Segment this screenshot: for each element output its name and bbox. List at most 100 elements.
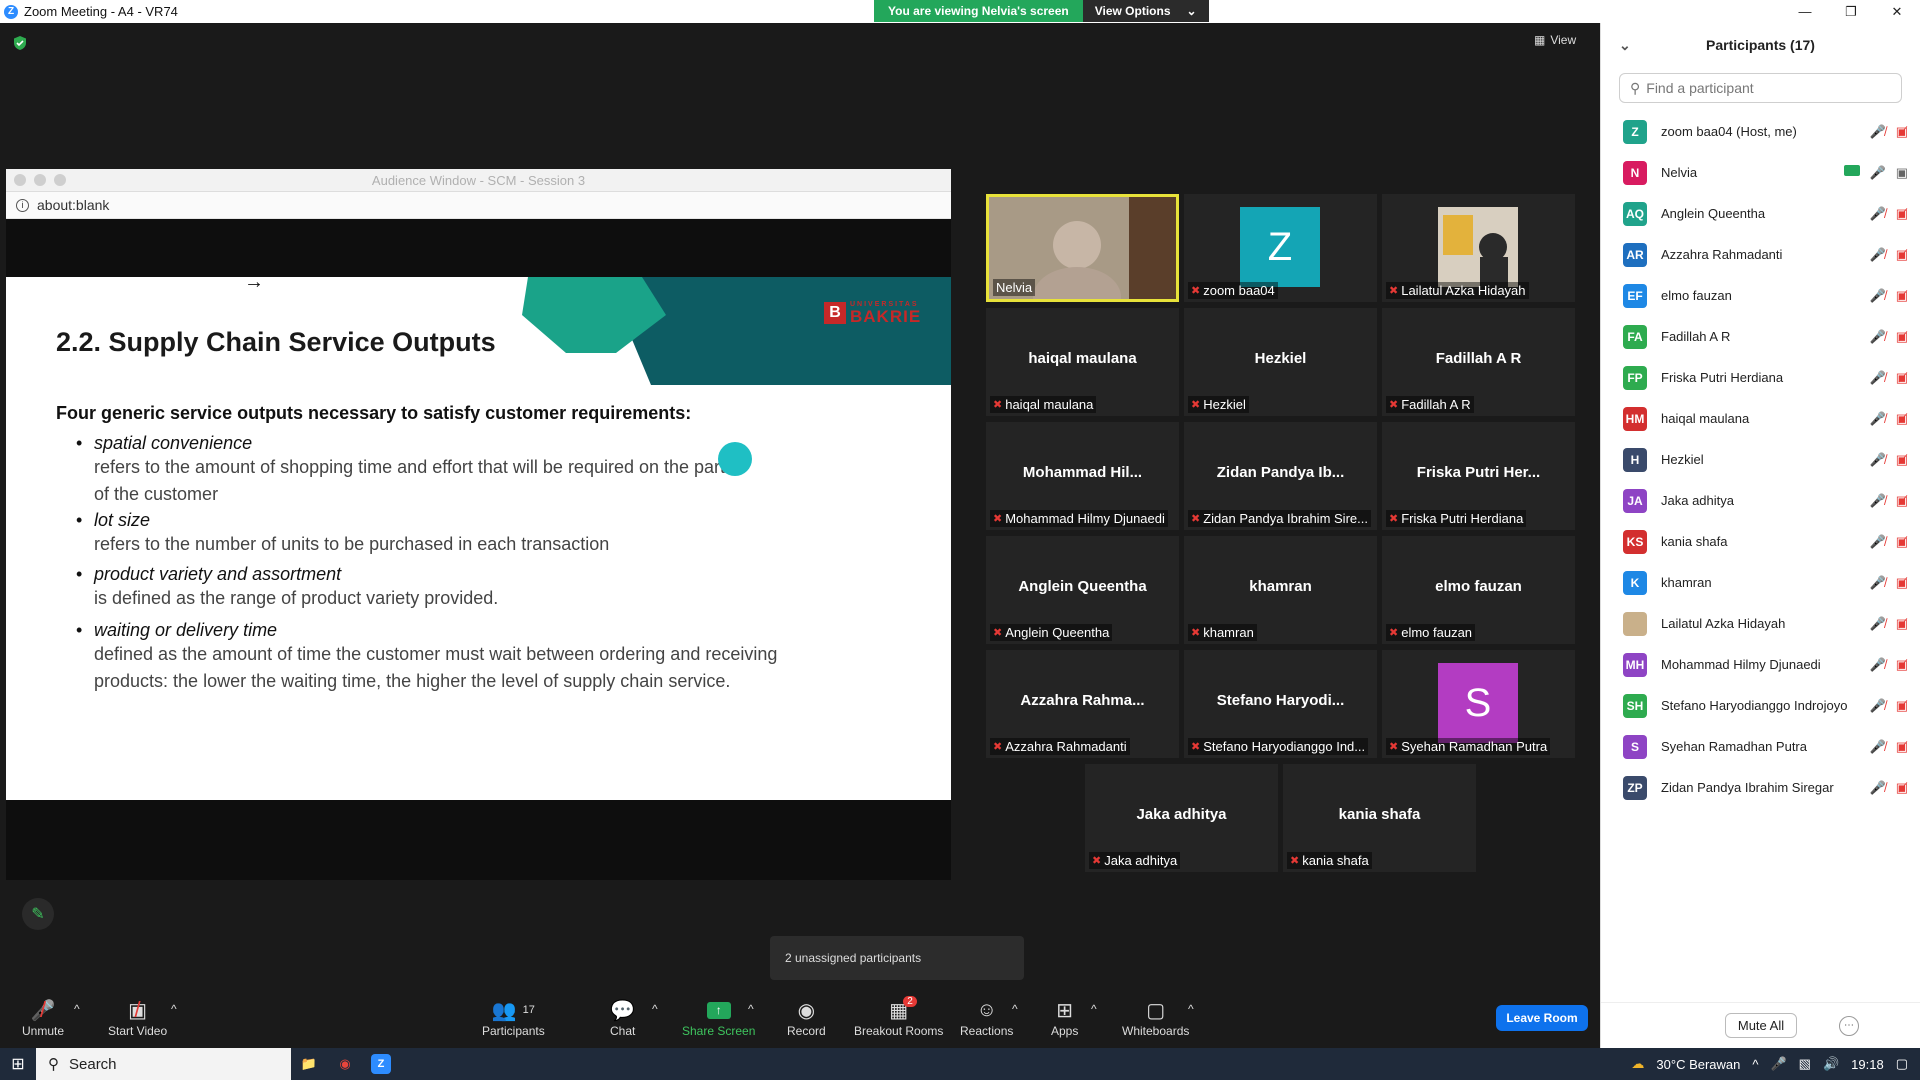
viewing-banner: You are viewing Nelvia's screen View Opt… (874, 0, 1209, 22)
mic-muted-icon: ✖ (1191, 285, 1201, 297)
participant-row[interactable]: Lailatul Azka Hidayah 🎤̸ ▣̸ (1601, 603, 1920, 644)
weather-icon: ☁ (1631, 1056, 1645, 1071)
video-tile[interactable]: Azzahra Rahma... ✖ Azzahra Rahmadanti (986, 650, 1179, 758)
more-options-icon[interactable]: ⋯ (1839, 1015, 1859, 1036)
video-tile[interactable]: kania shafa ✖ kania shafa (1283, 764, 1476, 872)
participant-row[interactable]: KS kania shafa 🎤̸ ▣̸ (1601, 521, 1920, 562)
whiteboards-button[interactable]: ▢ Whiteboards (1122, 996, 1189, 1039)
start-video-button[interactable]: ▣ / Start Video (108, 996, 167, 1038)
restore-button[interactable]: ❐ (1828, 0, 1874, 23)
minimize-button[interactable]: — (1782, 0, 1828, 23)
audience-title: Audience Window - SCM - Session 3 (371, 172, 586, 188)
video-tile[interactable]: elmo fauzan ✖ elmo fauzan (1382, 536, 1575, 644)
mic-muted-icon: 🎤̸ (1869, 246, 1886, 262)
video-tile[interactable]: Z ✖ zoom baa04 (1184, 194, 1377, 302)
file-explorer-icon[interactable]: 📁 (291, 1048, 327, 1080)
share-options-caret[interactable]: ^ (748, 1002, 754, 1016)
participant-search-input[interactable]: ⚲ Find a participant (1619, 73, 1902, 103)
close-button[interactable]: ✕ (1874, 0, 1920, 23)
audio-options-caret[interactable]: ^ (74, 1002, 80, 1016)
mute-all-button[interactable]: Mute All (1724, 1013, 1798, 1038)
unmute-button[interactable]: 🎤 / Unmute (22, 996, 64, 1038)
video-tile[interactable]: Jaka adhitya ✖ Jaka adhitya (1085, 764, 1278, 872)
record-button[interactable]: ◉ Record (787, 996, 826, 1039)
weather-text: 30°C Berawan (1656, 1056, 1741, 1072)
participant-row[interactable]: S Syehan Ramadhan Putra 🎤̸ ▣̸ (1601, 726, 1920, 767)
taskbar-search[interactable]: ⚲ Search (36, 1048, 291, 1080)
participant-row[interactable]: JA Jaka adhitya 🎤̸ ▣̸ (1601, 480, 1920, 521)
audience-url: about:blank (37, 197, 110, 213)
video-tile[interactable]: Hezkiel ✖ Hezkiel (1184, 308, 1377, 416)
clock: 19:18 (1851, 1056, 1884, 1072)
apps-button[interactable]: ⊞ Apps (1051, 996, 1078, 1039)
collapse-chevron-icon[interactable]: ⌄ (1619, 37, 1631, 54)
participant-row[interactable]: FP Friska Putri Herdiana 🎤̸ ▣̸ (1601, 357, 1920, 398)
participant-row[interactable]: N Nelvia 🎤 ▣ (1601, 152, 1920, 193)
reactions-button[interactable]: ☺ Reactions (960, 996, 1013, 1039)
tray-chevron-icon[interactable]: ^ (1752, 1057, 1758, 1072)
tile-name-label: ✖ Hezkiel (1188, 396, 1249, 413)
reactions-options-caret[interactable]: ^ (1012, 1002, 1018, 1016)
participants-button[interactable]: 👥 17 Participants (482, 996, 545, 1039)
video-options-caret[interactable]: ^ (171, 1002, 177, 1016)
view-options-button[interactable]: View Options ⌄ (1082, 0, 1209, 22)
participant-name: Hezkiel (1661, 452, 1704, 467)
participant-row[interactable]: FA Fadillah A R 🎤̸ ▣̸ (1601, 316, 1920, 357)
participant-row[interactable]: Zzoom baa04 (Host, me) 🎤̸ ▣̸ (1601, 111, 1920, 152)
video-tile[interactable]: S ✖ Syehan Ramadhan Putra (1382, 650, 1575, 758)
video-off-icon: ▣̸ (1895, 328, 1908, 344)
mic-muted-icon: 🎤̸ (1869, 287, 1886, 303)
avatar: JA (1623, 488, 1647, 513)
participant-row[interactable]: AR Azzahra Rahmadanti 🎤̸ ▣̸ (1601, 234, 1920, 275)
video-tile[interactable]: Mohammad Hil... ✖ Mohammad Hilmy Djunaedi (986, 422, 1179, 530)
participant-row[interactable]: ZP Zidan Pandya Ibrahim Siregar 🎤̸ ▣̸ (1601, 767, 1920, 808)
participant-row[interactable]: AQ Anglein Queentha 🎤̸ ▣̸ (1601, 193, 1920, 234)
tile-name-text: Fadillah A R (1401, 397, 1471, 412)
annotate-pencil-icon[interactable]: ✎ (22, 898, 54, 930)
windows-start-icon[interactable]: ⊞ (0, 1048, 36, 1080)
mic-muted-icon: 🎤̸ (1869, 410, 1886, 426)
apps-options-caret[interactable]: ^ (1091, 1002, 1097, 1016)
notifications-icon[interactable]: ▢ (1896, 1056, 1908, 1072)
video-tile[interactable]: ✖ Lailatul Azka Hidayah (1382, 194, 1575, 302)
video-tile[interactable]: Zidan Pandya Ib... ✖ Zidan Pandya Ibrahim … (1184, 422, 1377, 530)
reactions-icon: ☺ (976, 998, 997, 1021)
chrome-icon[interactable]: ◉ (327, 1048, 363, 1080)
tile-display-name: elmo fauzan (1435, 578, 1522, 595)
leave-room-button[interactable]: Leave Room (1496, 1005, 1588, 1031)
unassigned-participants-tooltip[interactable]: 2 unassigned participants (770, 936, 1024, 980)
participant-row[interactable]: EF elmo fauzan 🎤̸ ▣̸ (1601, 275, 1920, 316)
chat-icon: 💬 (610, 999, 636, 1022)
chat-button[interactable]: 💬 Chat (610, 996, 636, 1039)
participant-row[interactable]: HM haiqal maulana 🎤̸ ▣̸ (1601, 398, 1920, 439)
chat-options-caret[interactable]: ^ (652, 1002, 658, 1016)
view-button[interactable]: ▦ View (1534, 33, 1576, 47)
video-tile[interactable]: Fadillah A R ✖ Fadillah A R (1382, 308, 1575, 416)
video-tile[interactable]: Stefano Haryodi... ✖ Stefano Haryodianggo … (1184, 650, 1377, 758)
tile-display-name: Fadillah A R (1435, 350, 1522, 367)
video-off-icon: ▣̸ (1895, 205, 1908, 221)
participant-name: haiqal maulana (1661, 411, 1750, 426)
video-tile[interactable]: khamran ✖ khamran (1184, 536, 1377, 644)
breakout-rooms-button[interactable]: ▦ 2 Breakout Rooms (854, 996, 943, 1038)
video-tile[interactable]: Friska Putri Her... ✖ Friska Putri Herdian… (1382, 422, 1575, 530)
zoom-taskbar-icon[interactable]: Z (363, 1048, 399, 1080)
participant-row[interactable]: MH Mohammad Hilmy Djunaedi 🎤̸ ▣̸ (1601, 644, 1920, 685)
tile-name-label: ✖ Lailatul Azka Hidayah (1386, 282, 1529, 299)
video-tile[interactable]: haiqal maulana ✖ haiqal maulana (986, 308, 1179, 416)
share-screen-label: Share Screen (682, 1024, 756, 1038)
video-off-icon: ▣̸ (1895, 615, 1908, 631)
video-tile[interactable]: Anglein Queentha ✖ Anglein Queentha (986, 536, 1179, 644)
participant-row[interactable]: SH Stefano Haryodianggo Indrojoyo 🎤̸ ▣̸ (1601, 685, 1920, 726)
system-tray: ☁ 30°C Berawan ^ 🎤 ▧ 🔊 19:18 ▢ (1631, 1048, 1920, 1080)
tile-name-text: Anglein Queentha (1005, 625, 1110, 640)
video-tile[interactable]: Nelvia (986, 194, 1179, 302)
whiteboards-options-caret[interactable]: ^ (1188, 1002, 1194, 1016)
share-screen-button[interactable]: ↑ Share Screen (682, 996, 755, 1038)
participant-row[interactable]: H Hezkiel 🎤̸ ▣̸ (1601, 439, 1920, 480)
participant-row[interactable]: Kkhamran 🎤̸ ▣̸ (1601, 562, 1920, 603)
video-off-icon: ▣̸ (1895, 287, 1908, 303)
participant-name: kania shafa (1661, 534, 1728, 549)
mic-muted-icon: ✖ (1191, 513, 1201, 525)
tile-name-label: ✖ haiqal maulana (990, 396, 1097, 413)
